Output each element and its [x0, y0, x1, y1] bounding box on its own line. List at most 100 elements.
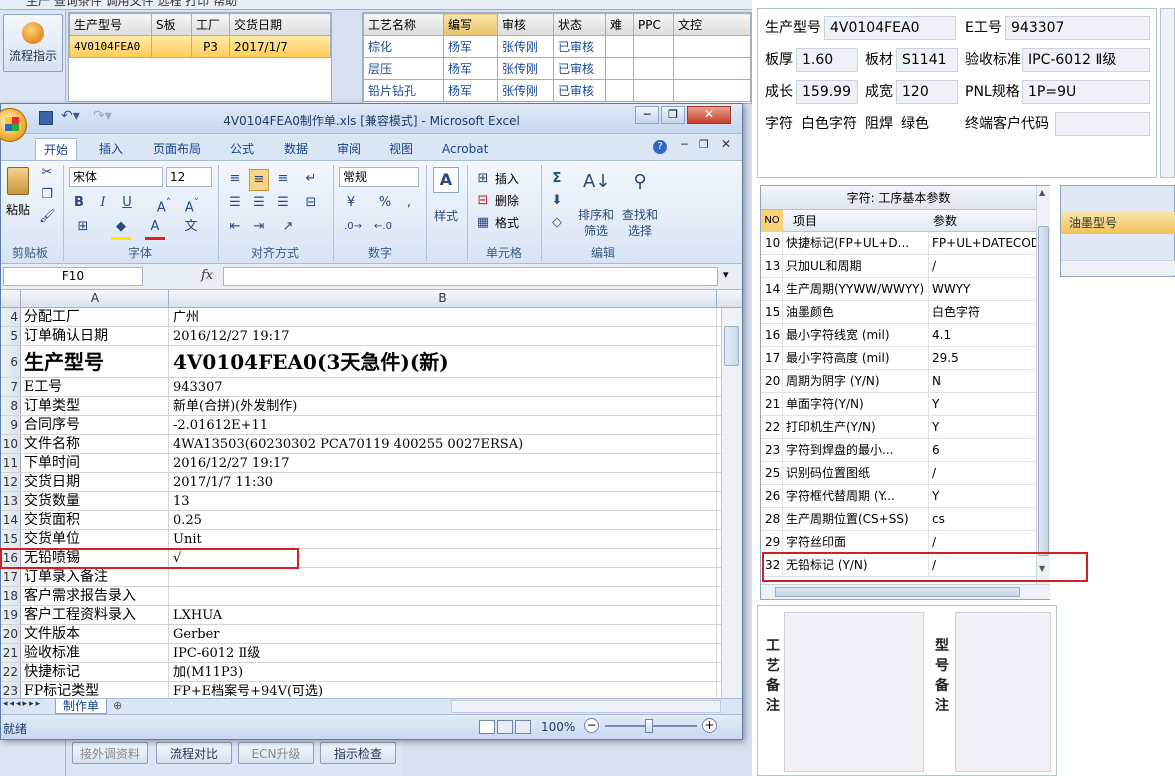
name-box[interactable]: F10 — [3, 267, 143, 286]
select-all[interactable] — [1, 290, 21, 308]
cell-a[interactable]: 文件名称 — [22, 435, 169, 453]
instruction-check-button[interactable]: 指示检查 — [320, 742, 396, 764]
delete-cells-icon[interactable]: ⊟ — [475, 191, 491, 211]
param-row[interactable]: 20 周期为阴字 (Y/N) N — [761, 370, 1036, 393]
row-number[interactable]: 4 — [1, 308, 21, 326]
clear-icon[interactable]: ◇ — [547, 213, 567, 233]
comma-icon[interactable]: , — [399, 193, 419, 213]
row-number[interactable]: 20 — [1, 625, 21, 643]
param-value[interactable]: 29.5 — [932, 347, 1036, 369]
model-remark-box[interactable] — [955, 612, 1051, 772]
view-layout-icon[interactable] — [497, 720, 513, 734]
vertical-scrollbar[interactable] — [721, 308, 742, 698]
param-value[interactable]: 6 — [932, 439, 1036, 461]
fill-icon[interactable]: ⬇ — [547, 191, 567, 211]
row-number[interactable]: 8 — [1, 397, 21, 415]
cell-a[interactable]: 订单确认日期 — [22, 327, 169, 345]
font-color-icon[interactable]: A — [145, 217, 165, 240]
cell-a[interactable]: 合同序号 — [22, 416, 169, 434]
cell-b[interactable]: Unit — [169, 530, 717, 548]
zoom-level[interactable]: 100% — [541, 720, 575, 734]
row-number[interactable]: 7 — [1, 378, 21, 396]
minimize-button[interactable]: ─ — [635, 106, 659, 124]
params-hscroll-thumb[interactable] — [775, 587, 1020, 597]
insert-cells-icon[interactable]: ⊞ — [475, 169, 491, 189]
length-field[interactable]: 159.99 — [796, 80, 858, 104]
param-value[interactable]: / — [932, 255, 1036, 277]
process-row[interactable]: 铅片钻孔 杨军 张传刚 已审核 — [363, 79, 751, 102]
param-value[interactable]: / — [932, 462, 1036, 484]
find-select-button[interactable]: ⚲ 查找和选择 — [619, 167, 661, 243]
cell-a[interactable]: FP标记类型 — [22, 682, 169, 698]
params-vscroll[interactable]: ▲ ▼ — [1036, 186, 1050, 584]
bold-icon[interactable]: B — [71, 193, 87, 213]
row-number[interactable]: 12 — [1, 473, 21, 491]
tab-page-layout[interactable]: 页面布局 — [145, 138, 209, 160]
italic-icon[interactable]: I — [95, 193, 111, 213]
tab-view[interactable]: 视图 — [381, 138, 421, 160]
delete-cells-label[interactable]: 删除 — [495, 191, 519, 211]
orientation-icon[interactable]: ↗ — [277, 217, 299, 237]
cell-b[interactable]: 广州 — [169, 308, 717, 326]
tab-insert[interactable]: 插入 — [91, 138, 131, 160]
param-row[interactable]: 15 油墨颜色 白色字符 — [761, 301, 1036, 324]
cell-b[interactable]: 943307 — [169, 378, 717, 396]
order-col-s[interactable]: S板 — [151, 13, 192, 36]
underline-icon[interactable]: U — [119, 193, 135, 213]
thickness-field[interactable]: 1.60 — [796, 48, 858, 72]
align-middle-icon[interactable]: ≡ — [249, 169, 269, 191]
tab-acrobat[interactable]: Acrobat — [434, 138, 496, 160]
process-remark-box[interactable] — [784, 612, 924, 772]
row-number[interactable]: 15 — [1, 530, 21, 548]
cell-b[interactable]: 0.25 — [169, 511, 717, 529]
format-cells-label[interactable]: 格式 — [495, 213, 519, 233]
row-number[interactable]: 14 — [1, 511, 21, 529]
cell-b[interactable]: -2.01612E+11 — [169, 416, 717, 434]
info-right-scroll[interactable] — [1160, 8, 1175, 178]
currency-icon[interactable]: ¥ — [341, 193, 361, 213]
params-col-item[interactable]: 项目 — [793, 210, 817, 232]
end-customer-field[interactable] — [1055, 112, 1150, 136]
param-row[interactable]: 14 生产周期(YYWW/WWYY) WWYY — [761, 278, 1036, 301]
align-center-icon[interactable]: ☰ — [249, 193, 269, 213]
material-field[interactable]: S1141 — [896, 48, 958, 72]
pnl-field[interactable]: 1P=9U — [1022, 80, 1150, 104]
zoom-slider-thumb[interactable] — [645, 719, 653, 733]
order-col-factory[interactable]: 工厂 — [191, 13, 230, 36]
process-row[interactable]: 层压 杨军 张传刚 已审核 — [363, 57, 751, 80]
order-row-selected[interactable]: 4V0104FEA0 P3 2017/1/7 — [69, 35, 331, 58]
scroll-up-icon[interactable]: ▲ — [1039, 188, 1045, 197]
horizontal-scrollbar[interactable] — [451, 700, 721, 713]
expand-formula-icon[interactable]: ▾ — [723, 268, 729, 281]
align-right-icon[interactable]: ☰ — [273, 193, 293, 213]
new-sheet-icon[interactable]: ⊕ — [113, 699, 122, 712]
row-number[interactable]: 5 — [1, 327, 21, 345]
cell-a[interactable]: 交货单位 — [22, 530, 169, 548]
font-name-combo[interactable]: 宋体 — [69, 167, 163, 187]
cell-a[interactable]: 分配工厂 — [22, 308, 169, 326]
ink-hscroll[interactable] — [1061, 260, 1175, 275]
process-col-status[interactable]: 状态 — [553, 13, 606, 36]
scroll-thumb[interactable] — [724, 326, 739, 366]
param-value[interactable]: cs — [932, 508, 1036, 530]
cut-icon[interactable]: ✂ — [39, 163, 55, 183]
row-number[interactable]: 10 — [1, 435, 21, 453]
font-size-combo[interactable]: 12 — [166, 167, 212, 187]
cell-a[interactable]: E工号 — [22, 378, 169, 396]
wrap-text-icon[interactable]: ↵ — [301, 169, 321, 189]
process-col-doc[interactable]: 文控 — [673, 13, 751, 36]
param-row[interactable]: 17 最小字符高度 (mil) 29.5 — [761, 347, 1036, 370]
param-row[interactable]: 10快捷标记(FP+UL+D...FP+UL+DATECODE — [761, 232, 1036, 255]
sheet-nav-icon[interactable]: ◂◂◂▸▸▸ — [3, 699, 42, 709]
process-row[interactable]: 棕化 杨军 张传刚 已审核 — [363, 35, 751, 58]
tab-data[interactable]: 数据 — [276, 138, 316, 160]
fill-color-icon[interactable]: ◆ — [111, 217, 131, 240]
cell-a[interactable]: 生产型号 — [22, 346, 169, 377]
cell-b[interactable]: 2016/12/27 19:17 — [169, 327, 717, 345]
row-number[interactable]: 13 — [1, 492, 21, 510]
fx-icon[interactable]: fx — [201, 268, 213, 283]
column-header-a[interactable]: A — [22, 290, 169, 308]
column-header-b[interactable]: B — [169, 290, 717, 308]
zoom-in-icon[interactable]: + — [702, 718, 717, 733]
paste-button[interactable]: 粘贴 — [3, 167, 33, 227]
